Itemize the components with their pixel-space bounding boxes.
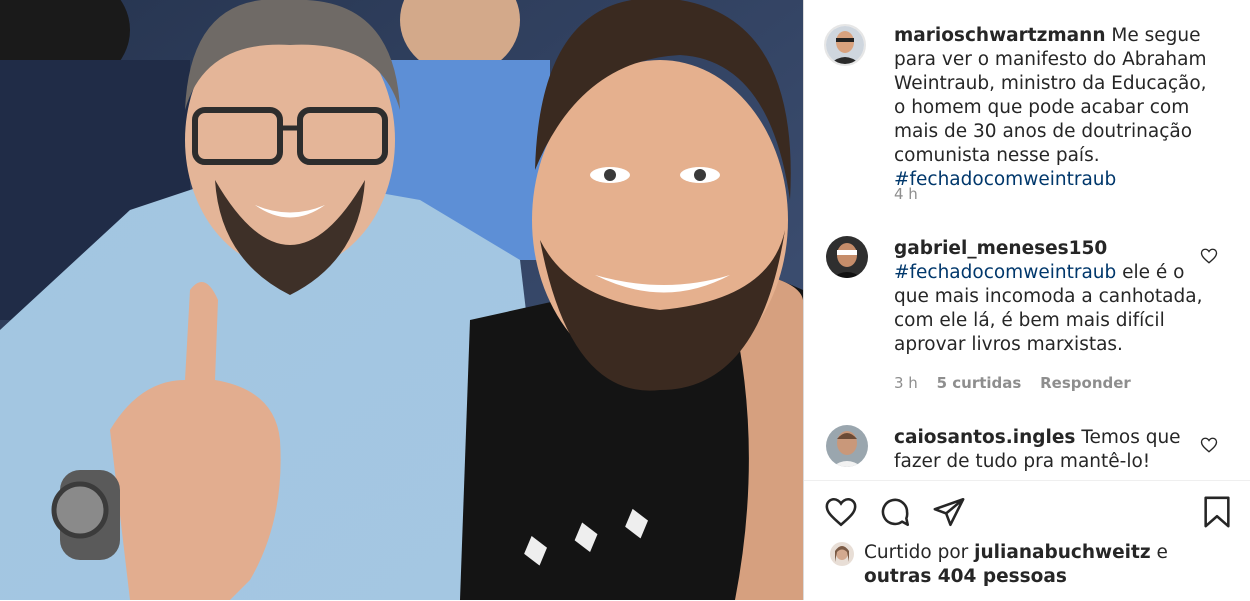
caption-time[interactable]: 4 h: [894, 185, 918, 203]
liked-by: Curtido por julianabuchweitz e outras 40…: [864, 541, 1168, 589]
commenter-avatar-image: [826, 425, 868, 467]
comment-username[interactable]: caiosantos.ingles: [894, 427, 1075, 448]
post-photo[interactable]: ♦ ♦ ♦: [0, 0, 803, 600]
comment-likes[interactable]: 5 curtidas: [937, 374, 1022, 392]
caption-username[interactable]: marioschwartzmann: [894, 25, 1106, 46]
caption: marioschwartzmann Me segue para ver o ma…: [894, 24, 1220, 192]
bookmark-icon[interactable]: [1200, 495, 1234, 529]
caption-meta: 4 h: [894, 185, 932, 203]
liker-avatar-image: [830, 542, 854, 566]
selfie-image: ♦ ♦ ♦: [0, 0, 803, 600]
instagram-post: ♦ ♦ ♦ marioschwartzmann Me segue para ve…: [0, 0, 1250, 600]
comment-meta: 3 h 5 curtidas Responder: [894, 374, 1145, 392]
reply-button[interactable]: Responder: [1040, 374, 1131, 392]
liked-by-user[interactable]: julianabuchweitz: [974, 542, 1150, 563]
likes-count[interactable]: outras 404 pessoas: [864, 566, 1067, 587]
caption-text: Me segue para ver o manifesto do Abraham…: [894, 25, 1207, 166]
liker-avatar[interactable]: [830, 542, 854, 566]
comment-icon[interactable]: [878, 495, 912, 529]
post-details-panel: marioschwartzmann Me segue para ver o ma…: [803, 0, 1250, 600]
comment-2: caiosantos.ingles Temos que fazer de tud…: [894, 426, 1220, 474]
commenter-avatar[interactable]: [826, 425, 868, 467]
liked-by-conj: e: [1156, 542, 1168, 563]
comment-username[interactable]: gabriel_meneses150: [894, 238, 1107, 259]
author-avatar-image: [826, 26, 864, 64]
commenter-avatar-image: [826, 236, 868, 278]
heart-icon[interactable]: [824, 495, 858, 529]
comment-like-heart-icon[interactable]: [1200, 247, 1218, 265]
author-avatar[interactable]: [824, 24, 866, 66]
comment-like-heart-icon[interactable]: [1200, 436, 1218, 454]
commenter-avatar[interactable]: [826, 236, 868, 278]
send-icon[interactable]: [932, 495, 966, 529]
comment-hashtag[interactable]: #fechadocomweintraub: [894, 262, 1116, 283]
liked-by-prefix: Curtido por: [864, 542, 969, 563]
action-bar: Curtido por julianabuchweitz e outras 40…: [804, 480, 1250, 601]
comment-time[interactable]: 3 h: [894, 374, 918, 392]
comment-1: gabriel_meneses150 #fechadocomweintraub …: [894, 237, 1220, 357]
